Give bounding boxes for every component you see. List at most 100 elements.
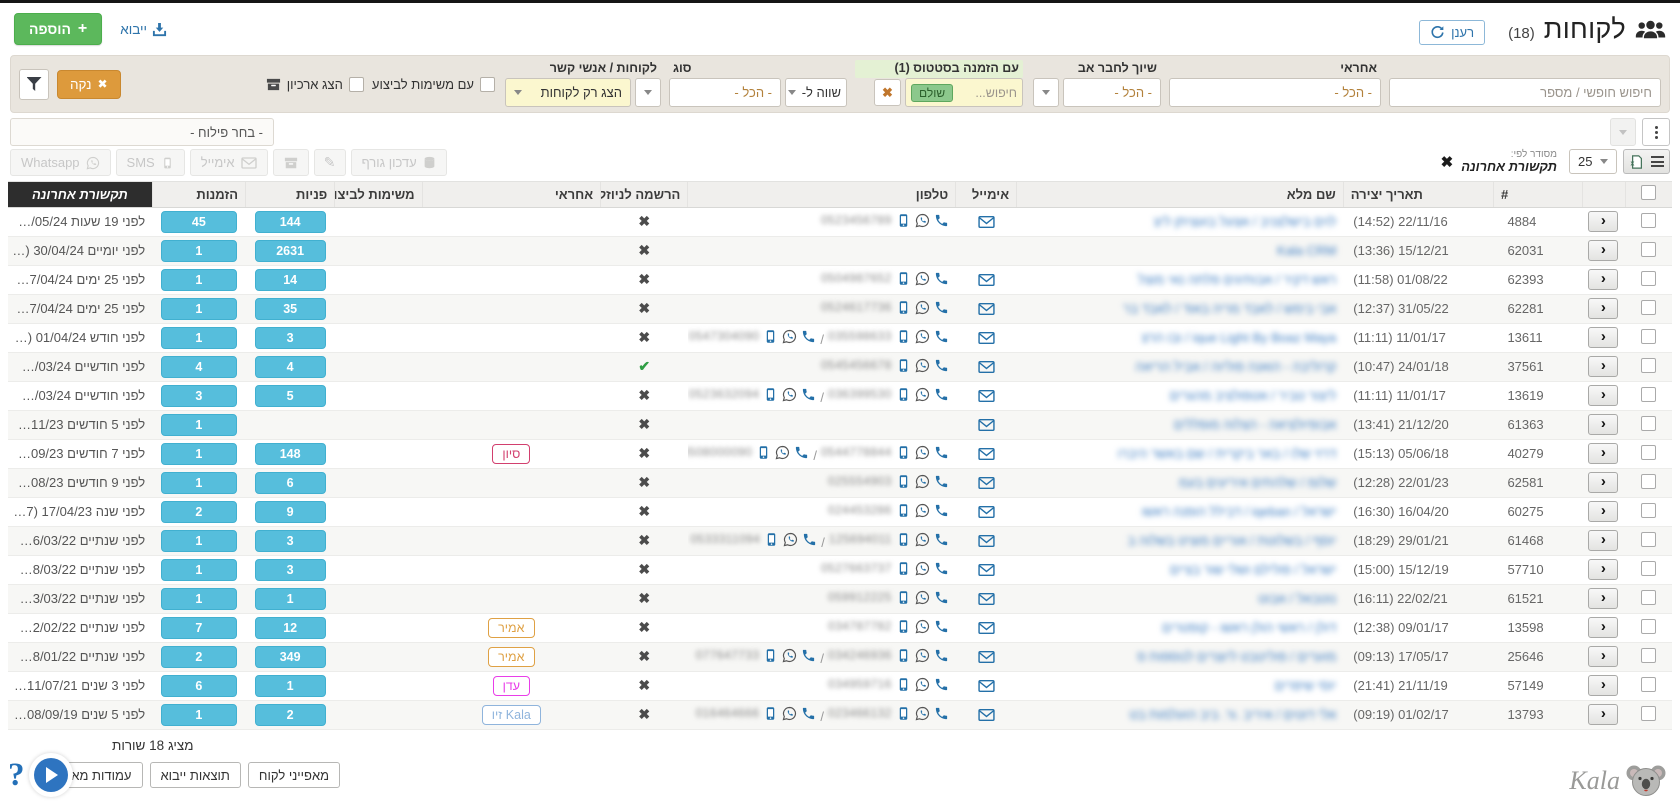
- mobile-icon[interactable]: [896, 706, 911, 721]
- inquiries-badge[interactable]: 12: [255, 617, 326, 639]
- row-checkbox[interactable]: [1641, 358, 1656, 373]
- search-input[interactable]: [1389, 78, 1661, 107]
- col-owner[interactable]: אחראי: [422, 182, 601, 207]
- tutorial-play-button[interactable]: [29, 753, 73, 797]
- owner-filter-select[interactable]: - הכל -: [1169, 78, 1381, 107]
- mobile-icon[interactable]: [896, 300, 911, 315]
- inquiries-badge[interactable]: 148: [255, 443, 326, 465]
- row-checkbox[interactable]: [1641, 387, 1656, 402]
- phone-icon[interactable]: [934, 503, 949, 518]
- col-last-communication[interactable]: תקשורת אחרונה: [8, 182, 152, 207]
- customer-name-link[interactable]: ישראל / פולילם ושלי שור בציים: [1170, 562, 1336, 577]
- mobile-icon[interactable]: [896, 445, 911, 460]
- row-checkbox[interactable]: [1641, 300, 1656, 315]
- customer-properties-button[interactable]: מאפייני לקוח: [248, 762, 340, 788]
- filter-funnel-button[interactable]: [19, 69, 49, 100]
- expand-row-button[interactable]: ‹: [1588, 559, 1618, 580]
- phone-icon[interactable]: [934, 677, 949, 692]
- expand-row-button[interactable]: ‹: [1588, 617, 1618, 638]
- wa-icon[interactable]: [915, 300, 930, 315]
- mobile-icon[interactable]: [896, 590, 911, 605]
- phone-icon[interactable]: [934, 590, 949, 605]
- phone-icon[interactable]: [934, 561, 949, 576]
- expand-row-button[interactable]: ‹: [1588, 269, 1618, 290]
- clear-filters-button[interactable]: ✖ נקה: [57, 70, 121, 99]
- bulk-update-button[interactable]: עדכון גורף: [351, 149, 447, 176]
- phone-icon[interactable]: [934, 532, 949, 547]
- expand-row-button[interactable]: ‹: [1588, 443, 1618, 464]
- phone-icon[interactable]: [801, 706, 816, 721]
- expand-row-button[interactable]: ‹: [1588, 211, 1618, 232]
- inquiries-badge[interactable]: 3: [255, 530, 326, 552]
- expand-row-button[interactable]: ‹: [1588, 298, 1618, 319]
- mobile-icon[interactable]: [896, 329, 911, 344]
- col-id[interactable]: #: [1493, 182, 1582, 207]
- inquiries-badge[interactable]: 3: [255, 559, 326, 581]
- email-icon[interactable]: [978, 447, 995, 461]
- email-icon[interactable]: [978, 273, 995, 287]
- customer-name-link[interactable]: דרזי שלו / באר ביקרית / שם באשר היברו: [1118, 446, 1336, 461]
- orders-badge[interactable]: 1: [161, 472, 236, 494]
- expand-row-button[interactable]: ‹: [1588, 472, 1618, 493]
- type-filter-select[interactable]: - הכל -: [669, 78, 781, 107]
- bulk-archive-button[interactable]: [273, 149, 309, 176]
- orders-badge[interactable]: 1: [161, 588, 236, 610]
- mobile-icon[interactable]: [763, 329, 778, 344]
- customer-name-link[interactable]: ישראל / iqeban / דבילל הופנה ראשו: [1142, 504, 1337, 519]
- col-tasks[interactable]: משימות לביצוע: [335, 182, 422, 207]
- type-operator-select[interactable]: שווה ל-: [785, 78, 847, 107]
- customer-name-link[interactable]: שלומ / שלהתים איריעים בעמ: [1179, 475, 1336, 490]
- customer-name-link[interactable]: ראש דקיר / אבותיגים פלתה נאי מוצל: [1138, 272, 1336, 287]
- inquiries-badge[interactable]: 2: [255, 704, 326, 726]
- mobile-icon[interactable]: [763, 387, 778, 402]
- phone-icon[interactable]: [802, 532, 817, 547]
- parent-filter-caret[interactable]: [1033, 78, 1059, 107]
- email-icon[interactable]: [978, 708, 995, 722]
- orders-badge[interactable]: 1: [161, 443, 236, 465]
- phone-icon[interactable]: [794, 445, 809, 460]
- expand-row-button[interactable]: ‹: [1588, 327, 1618, 348]
- customer-name-link[interactable]: יוסי שיפרים: [1275, 678, 1337, 693]
- phone-icon[interactable]: [801, 648, 816, 663]
- email-icon[interactable]: [978, 389, 995, 403]
- orders-badge[interactable]: 1: [161, 559, 236, 581]
- orders-badge[interactable]: 1: [161, 298, 236, 320]
- phone-icon[interactable]: [934, 619, 949, 634]
- row-checkbox[interactable]: [1641, 561, 1656, 576]
- inquiries-badge[interactable]: 144: [255, 211, 326, 233]
- bulk-sms-button[interactable]: SMS: [116, 149, 185, 176]
- customer-name-link[interactable]: לוים בישלצניב / אצעל בועציתן ליצ: [1154, 214, 1337, 229]
- wa-icon[interactable]: [915, 358, 930, 373]
- email-icon[interactable]: [978, 215, 995, 229]
- phone-icon[interactable]: [801, 329, 816, 344]
- wa-icon[interactable]: [915, 271, 930, 286]
- email-icon[interactable]: [978, 679, 995, 693]
- inquiries-badge[interactable]: 6: [255, 472, 326, 494]
- phone-icon[interactable]: [934, 706, 949, 721]
- row-checkbox[interactable]: [1641, 706, 1656, 721]
- mobile-icon[interactable]: [896, 677, 911, 692]
- inquiries-badge[interactable]: 5: [255, 385, 326, 407]
- bulk-edit-button[interactable]: ✎: [314, 149, 346, 176]
- page-size-select[interactable]: 25: [1569, 149, 1617, 174]
- contacts-filter-select[interactable]: הצג רק לקוחות: [505, 78, 631, 107]
- expand-row-button[interactable]: ‹: [1588, 588, 1618, 609]
- orders-badge[interactable]: 1: [161, 240, 236, 262]
- row-checkbox[interactable]: [1641, 503, 1656, 518]
- email-icon[interactable]: [978, 418, 995, 432]
- expand-row-button[interactable]: ‹: [1588, 414, 1618, 435]
- row-checkbox[interactable]: [1641, 677, 1656, 692]
- email-icon[interactable]: [978, 563, 995, 577]
- phone-icon[interactable]: [934, 474, 949, 489]
- orders-badge[interactable]: 2: [161, 501, 236, 523]
- row-checkbox[interactable]: [1641, 416, 1656, 431]
- inquiries-badge[interactable]: 349: [255, 646, 326, 668]
- mobile-icon[interactable]: [756, 445, 771, 460]
- phone-icon[interactable]: [934, 648, 949, 663]
- mobile-icon[interactable]: [896, 271, 911, 286]
- email-icon[interactable]: [978, 592, 995, 606]
- row-checkbox[interactable]: [1641, 445, 1656, 460]
- inquiries-badge[interactable]: 9: [255, 501, 326, 523]
- customer-name-link[interactable]: ליצור טביר / אטפולציב מהגרים: [1170, 388, 1337, 403]
- wa-icon[interactable]: [915, 590, 930, 605]
